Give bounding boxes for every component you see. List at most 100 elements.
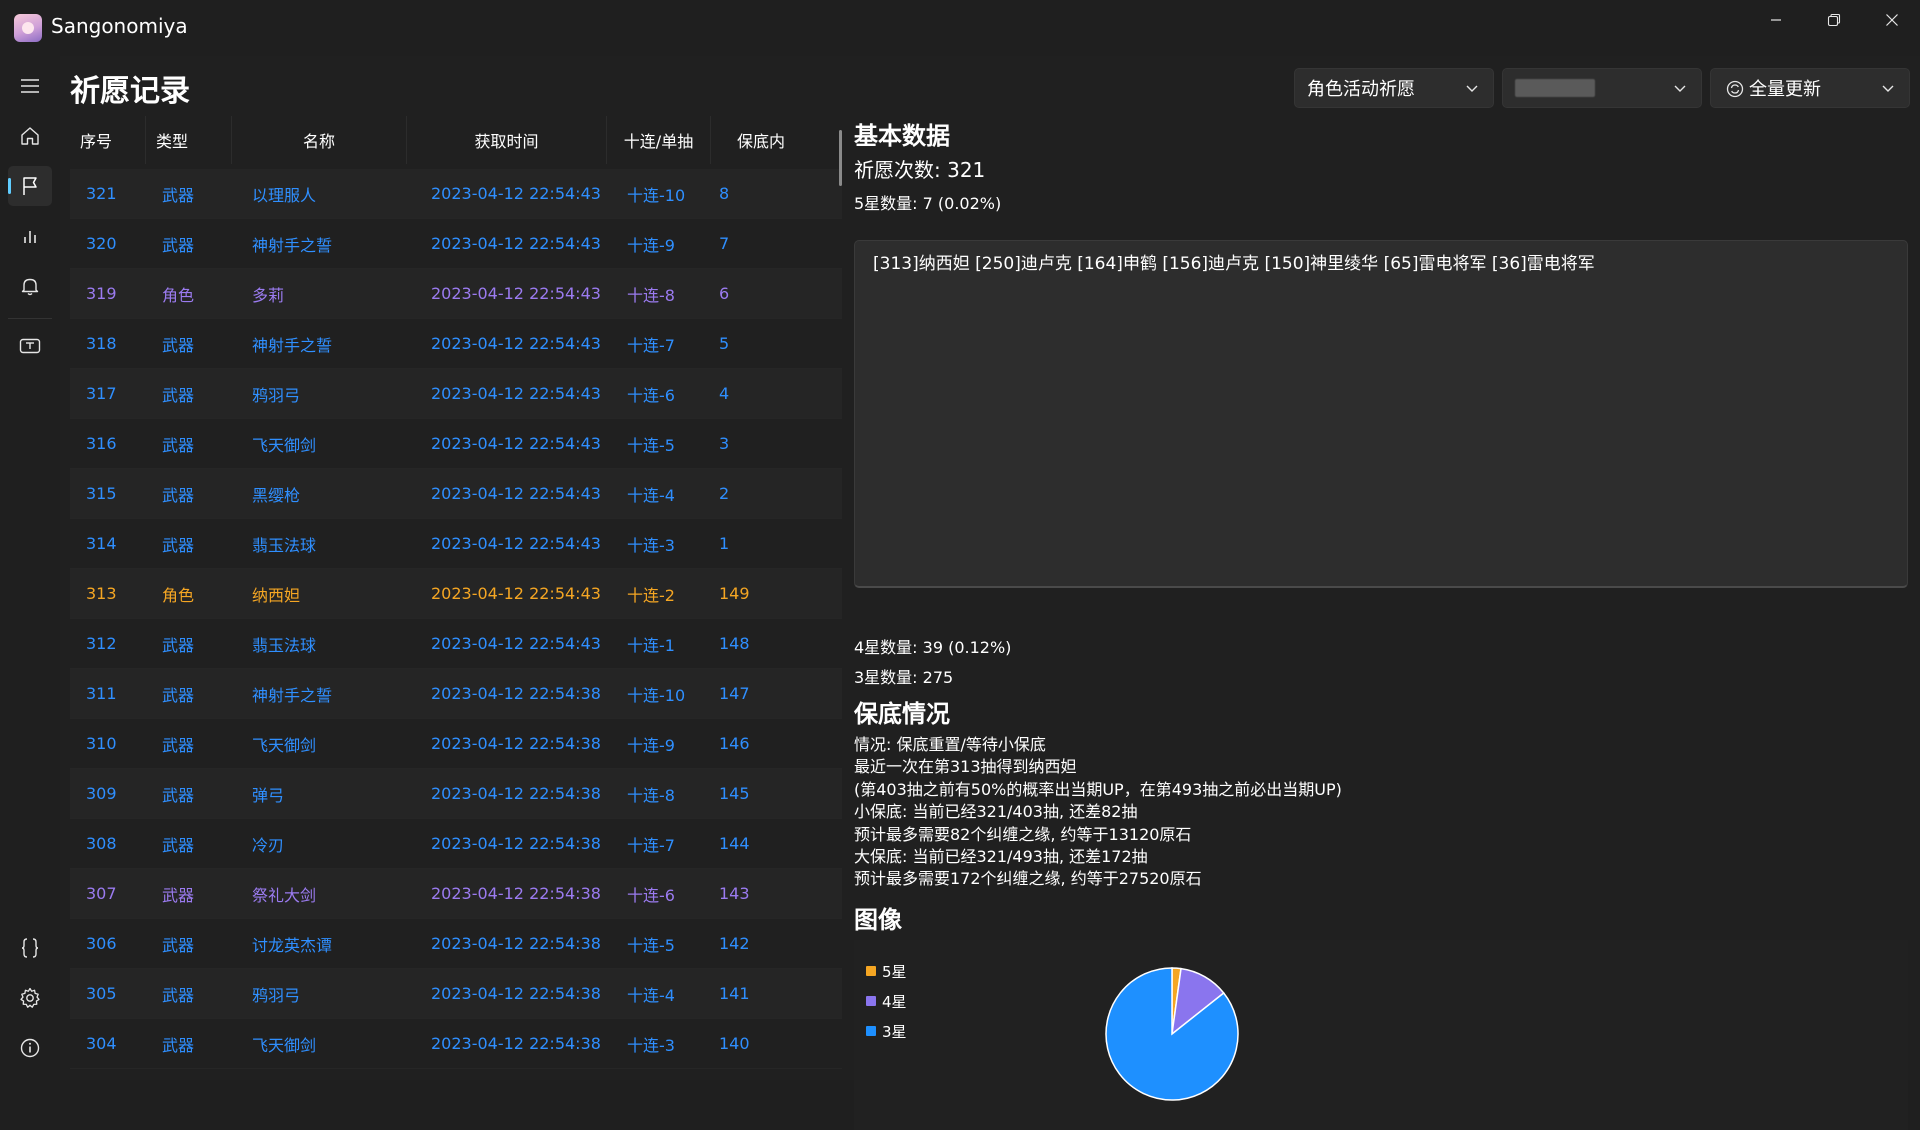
table-row[interactable]: 313 角色 纳西妲 2023-04-12 22:54:43 十连-2 149 [70, 569, 842, 619]
wish-history-table: 序号 类型 名称 获取时间 十连/单抽 保底内 321 武器 以理服人 2023-04… [70, 116, 842, 1080]
cell-time: 2023-04-12 22:54:43 [431, 334, 601, 353]
cell-name: 翡玉法球 [252, 635, 317, 655]
table-header: 序号 类型 名称 获取时间 十连/单抽 保底内 [70, 116, 842, 164]
cell-pull-mode: 十连-7 [627, 335, 675, 355]
table-row[interactable]: 314 武器 翡玉法球 2023-04-12 22:54:43 十连-3 1 [70, 519, 842, 569]
column-header-time[interactable]: 获取时间 [407, 116, 607, 164]
cell-name: 飞天御剑 [252, 735, 317, 755]
cell-pity: 141 [719, 984, 750, 1003]
cell-pull-mode: 十连-5 [627, 935, 675, 955]
table-row[interactable]: 307 武器 祭礼大剑 2023-04-12 22:54:38 十连-6 143 [70, 869, 842, 919]
nav-item-statistics[interactable] [8, 216, 52, 256]
rarity-pie-chart: 5星 4星 3星 [854, 940, 1908, 1130]
table-row[interactable]: 310 武器 飞天御剑 2023-04-12 22:54:38 十连-9 146 [70, 719, 842, 769]
cell-time: 2023-04-12 22:54:38 [431, 1034, 601, 1053]
cell-name: 讨龙英杰谭 [252, 935, 333, 955]
nav-item-about[interactable] [8, 1028, 52, 1068]
cell-time: 2023-04-12 22:54:38 [431, 834, 601, 853]
cell-time: 2023-04-12 22:54:43 [431, 284, 601, 303]
cell-type: 武器 [162, 535, 195, 555]
wish-type-dropdown[interactable]: 角色活动祈愿 [1294, 68, 1494, 108]
nav-item-home[interactable] [8, 116, 52, 156]
cell-index: 304 [86, 1034, 117, 1053]
table-row[interactable]: 317 武器 鸦羽弓 2023-04-12 22:54:43 十连-6 4 [70, 369, 842, 419]
nav-item-wish-history[interactable] [8, 166, 52, 206]
cell-type: 武器 [162, 1035, 195, 1055]
cell-name: 翡玉法球 [252, 535, 317, 555]
table-row[interactable]: 315 武器 黑缨枪 2023-04-12 22:54:43 十连-4 2 [70, 469, 842, 519]
table-row[interactable]: 305 武器 鸦羽弓 2023-04-12 22:54:38 十连-4 141 [70, 969, 842, 1019]
cell-time: 2023-04-12 22:54:43 [431, 584, 601, 603]
table-row[interactable]: 316 武器 飞天御剑 2023-04-12 22:54:43 十连-5 3 [70, 419, 842, 469]
bar-chart-icon [24, 231, 36, 243]
nav-item-json[interactable] [8, 928, 52, 968]
pity-line: 预计最多需要172个纠缠之缘, 约等于27520原石 [854, 869, 1202, 889]
cell-pity: 6 [719, 284, 730, 303]
cell-pity: 4 [719, 384, 730, 403]
account-dropdown[interactable] [1502, 68, 1702, 108]
close-button[interactable] [1864, 0, 1920, 40]
cell-time: 2023-04-12 22:54:43 [431, 484, 601, 503]
cell-index: 320 [86, 234, 117, 253]
update-button-label: 全量更新 [1749, 79, 1821, 100]
redacted-account-id [1515, 79, 1595, 97]
cell-type: 武器 [162, 935, 195, 955]
table-row[interactable]: 304 武器 飞天御剑 2023-04-12 22:54:38 十连-3 140 [70, 1019, 842, 1069]
table-row[interactable]: 311 武器 神射手之誓 2023-04-12 22:54:38 十连-10 147 [70, 669, 842, 719]
cell-pity: 1 [719, 534, 730, 553]
cell-time: 2023-04-12 22:54:38 [431, 734, 601, 753]
nav-separator [8, 318, 52, 319]
wish-type-selected: 角色活动祈愿 [1307, 79, 1415, 100]
table-row[interactable]: 321 武器 以理服人 2023-04-12 22:54:43 十连-10 8 [70, 169, 842, 219]
table-scrollbar[interactable] [839, 130, 842, 186]
cell-time: 2023-04-12 22:54:38 [431, 934, 601, 953]
column-header-index[interactable]: 序号 [70, 116, 146, 164]
nav-item-notifications[interactable] [8, 266, 52, 306]
menu-toggle-button[interactable] [8, 66, 52, 106]
cell-pull-mode: 十连-4 [627, 485, 675, 505]
column-header-type[interactable]: 类型 [146, 116, 232, 164]
restore-button[interactable] [1806, 0, 1862, 40]
nav-item-settings[interactable] [8, 978, 52, 1018]
cell-index: 317 [86, 384, 117, 403]
cell-name: 祭礼大剑 [252, 885, 317, 905]
pity-line: 情况: 保底重置/等待小保底 [854, 735, 1046, 754]
update-split-button[interactable]: 全量更新 [1710, 68, 1910, 108]
cell-type: 武器 [162, 385, 195, 405]
cell-name: 神射手之誓 [252, 335, 333, 355]
cell-name: 冷刃 [252, 835, 285, 855]
cell-pity: 149 [719, 584, 750, 603]
table-row[interactable]: 308 武器 冷刃 2023-04-12 22:54:38 十连-7 144 [70, 819, 842, 869]
table-row[interactable]: 319 角色 多莉 2023-04-12 22:54:43 十连-8 6 [70, 269, 842, 319]
cell-pity: 3 [719, 434, 730, 453]
page-title: 祈愿记录 [70, 74, 190, 109]
cell-name: 飞天御剑 [252, 1035, 317, 1055]
table-row[interactable]: 309 武器 弹弓 2023-04-12 22:54:38 十连-8 145 [70, 769, 842, 819]
cell-index: 307 [86, 884, 117, 903]
table-row[interactable]: 318 武器 神射手之誓 2023-04-12 22:54:43 十连-7 5 [70, 319, 842, 369]
cell-pity: 142 [719, 934, 750, 953]
chevron-down-icon [1466, 85, 1478, 92]
cell-name: 纳西妲 [252, 585, 301, 605]
five-star-list-box[interactable]: [313]纳西妲 [250]迪卢克 [164]申鹤 [156]迪卢克 [150]… [854, 240, 1908, 588]
cell-type: 角色 [162, 285, 195, 305]
cell-type: 武器 [162, 735, 195, 755]
minimize-button[interactable] [1748, 0, 1804, 40]
five-star-list: [313]纳西妲 [250]迪卢克 [164]申鹤 [156]迪卢克 [150]… [873, 254, 1595, 274]
pity-line: 最近一次在第313抽得到纳西妲 [854, 757, 1077, 777]
statistics-panel: 基本数据 祈愿次数: 321 5星数量: 7 (0.02%) [313]纳西妲 … [854, 116, 1920, 1130]
column-header-pity[interactable]: 保底内 [711, 116, 831, 164]
column-header-name[interactable]: 名称 [232, 116, 407, 164]
cell-pull-mode: 十连-10 [627, 685, 686, 705]
info-icon [20, 1038, 40, 1058]
pity-details: 情况: 保底重置/等待小保底 最近一次在第313抽得到纳西妲 (第403抽之前有… [854, 734, 1342, 891]
column-header-pull-mode[interactable]: 十连/单抽 [607, 116, 711, 164]
chevron-down-icon[interactable] [1881, 81, 1895, 95]
nav-item-text[interactable] [8, 326, 52, 366]
four-star-count: 4星数量: 39 (0.12%) [854, 638, 1012, 657]
table-row[interactable]: 320 武器 神射手之誓 2023-04-12 22:54:43 十连-9 7 [70, 219, 842, 269]
cell-pull-mode: 十连-1 [627, 635, 675, 655]
table-row[interactable]: 306 武器 讨龙英杰谭 2023-04-12 22:54:38 十连-5 142 [70, 919, 842, 969]
pity-heading: 保底情况 [854, 700, 950, 728]
table-row[interactable]: 312 武器 翡玉法球 2023-04-12 22:54:43 十连-1 148 [70, 619, 842, 669]
